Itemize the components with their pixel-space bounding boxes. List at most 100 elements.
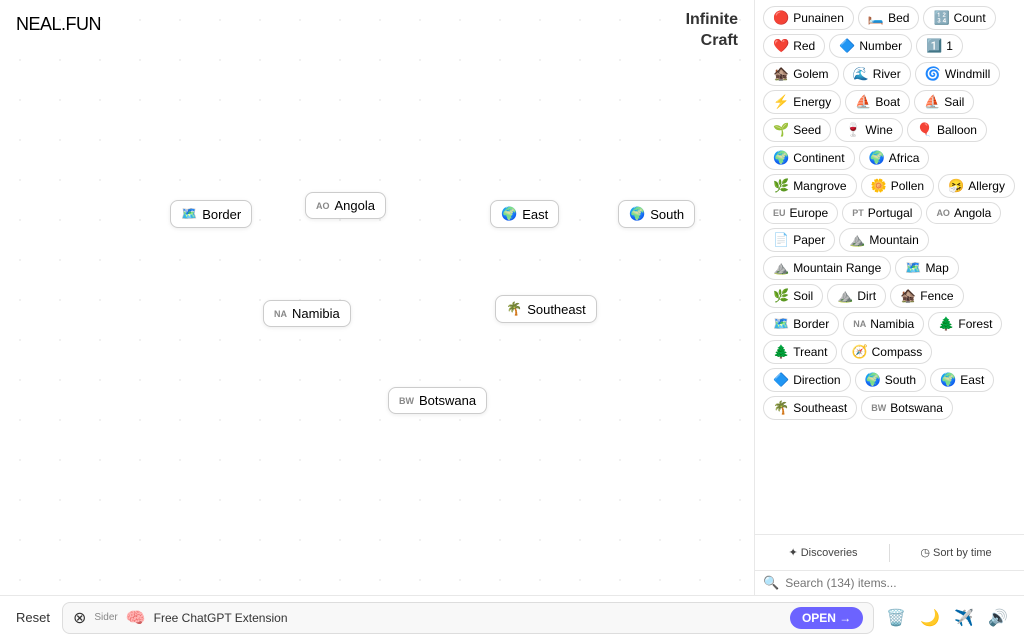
ad-text: Free ChatGPT Extension xyxy=(154,611,782,625)
chip-label-35: Direction xyxy=(793,373,840,387)
sidebar-item-38[interactable]: 🌴Southeast xyxy=(763,396,857,420)
sidebar-item-28[interactable]: ⛰️Dirt xyxy=(827,284,886,308)
sidebar-item-8[interactable]: 🌀Windmill xyxy=(915,62,1001,86)
chip-icon-14: 🎈 xyxy=(917,122,933,138)
sidebar-item-19[interactable]: 🤧Allergy xyxy=(938,174,1015,198)
node-border[interactable]: 🗺️Border xyxy=(170,200,252,228)
sidebar-item-23[interactable]: 📄Paper xyxy=(763,228,835,252)
sidebar-item-5[interactable]: 1️⃣1 xyxy=(916,34,963,58)
node-icon-border: 🗺️ xyxy=(181,206,197,222)
chip-label-27: Soil xyxy=(793,289,813,303)
discoveries-button[interactable]: ✦ Discoveries xyxy=(759,542,887,563)
chip-label-18: Pollen xyxy=(891,179,924,193)
sidebar-item-0[interactable]: 🔴Punainen xyxy=(763,6,854,30)
chip-label-17: Mangrove xyxy=(793,179,846,193)
chip-label-19: Allergy xyxy=(968,179,1005,193)
chip-icon-23: 📄 xyxy=(773,232,789,248)
node-label-namibia: Namibia xyxy=(292,306,340,321)
trash-icon[interactable]: 🗑️ xyxy=(886,608,906,628)
sidebar-item-27[interactable]: 🌿Soil xyxy=(763,284,823,308)
canvas[interactable]: NEAL.FUN Infinite Craft xyxy=(0,0,754,595)
chip-label-39: Botswana xyxy=(890,401,943,415)
chip-label-3: Red xyxy=(793,39,815,53)
sidebar-item-24[interactable]: ⛰️Mountain xyxy=(839,228,929,252)
chip-icon-29: 🏚️ xyxy=(900,288,916,304)
sidebar-item-22[interactable]: AOAngola xyxy=(926,202,1001,224)
chip-label-31: Namibia xyxy=(870,317,914,331)
sidebar-item-4[interactable]: 🔷Number xyxy=(829,34,912,58)
sidebar-item-21[interactable]: PTPortugal xyxy=(842,202,922,224)
node-southeast[interactable]: 🌴Southeast xyxy=(495,295,597,323)
sidebar-item-10[interactable]: ⛵Boat xyxy=(845,90,910,114)
chip-icon-18: 🌼 xyxy=(871,178,887,194)
sidebar-item-6[interactable]: 🏚️Golem xyxy=(763,62,839,86)
node-namibia[interactable]: NANamibia xyxy=(263,300,351,327)
chip-label-1: Bed xyxy=(888,11,909,25)
sidebar-item-17[interactable]: 🌿Mangrove xyxy=(763,174,857,198)
chip-icon-3: ❤️ xyxy=(773,38,789,54)
sidebar-item-16[interactable]: 🌍 Africa xyxy=(859,146,930,170)
chip-label-21: Portugal xyxy=(868,206,913,220)
node-icon-south: 🌍 xyxy=(629,206,645,222)
chip-icon-15: 🌍 xyxy=(773,150,789,166)
moon-icon[interactable]: 🌙 xyxy=(920,608,940,628)
node-angola[interactable]: AOAngola xyxy=(305,192,386,219)
ad-banner: ⊗ Sider 🧠 Free ChatGPT Extension OPEN → xyxy=(62,602,874,634)
sound-icon[interactable]: 🔊 xyxy=(988,608,1008,628)
sidebar-item-39[interactable]: BWBotswana xyxy=(861,396,953,420)
sidebar-item-35[interactable]: 🔷Direction xyxy=(763,368,851,392)
chip-icon-12: 🌱 xyxy=(773,122,789,138)
chip-icon-26: 🗺️ xyxy=(905,260,921,276)
sidebar-item-29[interactable]: 🏚️Fence xyxy=(890,284,964,308)
sidebar-item-36[interactable]: 🌍South xyxy=(855,368,927,392)
sidebar-item-37[interactable]: 🌍East xyxy=(930,368,994,392)
sidebar-item-9[interactable]: ⚡ Energy xyxy=(763,90,841,114)
chip-icon-30: 🗺️ xyxy=(773,316,789,332)
sidebar-item-2[interactable]: 🔢Count xyxy=(923,6,995,30)
node-botswana[interactable]: BWBotswana xyxy=(388,387,487,414)
sidebar-item-26[interactable]: 🗺️ Map xyxy=(895,256,959,280)
chip-label-0: Punainen xyxy=(793,11,844,25)
node-label-angola: Angola xyxy=(335,198,375,213)
sidebar-item-34[interactable]: 🧭Compass xyxy=(841,340,932,364)
sidebar-item-20[interactable]: EUEurope xyxy=(763,202,838,224)
sidebar-item-12[interactable]: 🌱Seed xyxy=(763,118,831,142)
chip-icon-36: 🌍 xyxy=(865,372,881,388)
reset-button[interactable]: Reset xyxy=(16,610,50,625)
chip-label-26: Map xyxy=(925,261,948,275)
chip-label-10: Boat xyxy=(875,95,900,109)
sidebar-item-18[interactable]: 🌼 Pollen xyxy=(861,174,935,198)
sidebar-item-1[interactable]: 🛏️Bed xyxy=(858,6,920,30)
sidebar-item-13[interactable]: 🍷Wine xyxy=(835,118,903,142)
sidebar-item-7[interactable]: 🌊River xyxy=(843,62,911,86)
node-east[interactable]: 🌍East xyxy=(490,200,559,228)
open-button[interactable]: OPEN → xyxy=(790,607,863,629)
sidebar-item-32[interactable]: 🌲Forest xyxy=(928,312,1002,336)
node-icon-southeast: 🌴 xyxy=(506,301,522,317)
search-input[interactable] xyxy=(785,576,1016,590)
chip-icon-24: ⛰️ xyxy=(849,232,865,248)
sidebar-item-11[interactable]: ⛵Sail xyxy=(914,90,974,114)
chip-label-9: Energy xyxy=(793,95,831,109)
sidebar-item-30[interactable]: 🗺️Border xyxy=(763,312,839,336)
sidebar-bottom-bar: ✦ Discoveries ◷ Sort by time xyxy=(755,534,1024,570)
ad-sider-label: Sider xyxy=(94,612,117,623)
sidebar-item-33[interactable]: 🌲Treant xyxy=(763,340,837,364)
share-icon[interactable]: ✈️ xyxy=(954,608,974,628)
sidebar-item-25[interactable]: ⛰️Mountain Range xyxy=(763,256,891,280)
chip-icon-9: ⚡ xyxy=(773,94,789,110)
chip-label-33: Treant xyxy=(793,345,827,359)
ad-icon: ⊗ xyxy=(73,608,86,628)
chip-label-16: Africa xyxy=(889,151,920,165)
sidebar-items-container: 🔴Punainen🛏️Bed🔢Count ❤️ Red 🔷Number1️⃣1 🏚️Go… xyxy=(755,0,1024,534)
sidebar-item-14[interactable]: 🎈Balloon xyxy=(907,118,987,142)
chip-label-28: Dirt xyxy=(857,289,876,303)
node-south[interactable]: 🌍South xyxy=(618,200,695,228)
sidebar-item-15[interactable]: 🌍Continent xyxy=(763,146,855,170)
chip-icon-16: 🌍 xyxy=(869,150,885,166)
sort-button[interactable]: ◷ Sort by time xyxy=(892,542,1020,563)
sidebar-item-3[interactable]: ❤️ Red xyxy=(763,34,825,58)
sidebar-item-31[interactable]: NANamibia xyxy=(843,312,924,336)
chip-label-2: Count xyxy=(954,11,986,25)
footer: Reset ⊗ Sider 🧠 Free ChatGPT Extension O… xyxy=(0,595,1024,639)
